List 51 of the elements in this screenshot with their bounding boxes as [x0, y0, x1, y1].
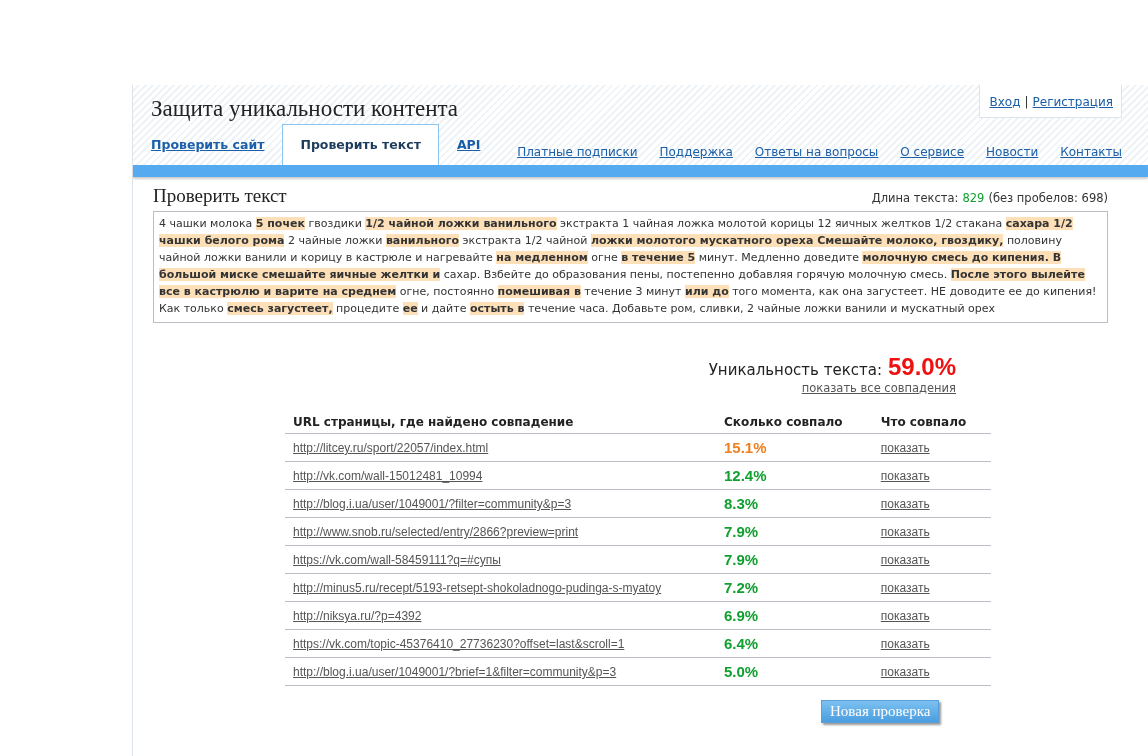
tab[interactable]: Проверить сайт [151, 137, 265, 152]
show-all-matches-link[interactable]: показать все совпадения [801, 381, 956, 395]
nav-link[interactable]: Контакты [1060, 145, 1122, 159]
show-link[interactable]: показать [880, 497, 930, 511]
url-link[interactable]: http://www.snob.ru/selected/entry/2866?preview=print [293, 525, 579, 539]
tab[interactable]: Проверить текст [282, 124, 439, 165]
show-link[interactable]: показать [880, 665, 930, 679]
match-percent: 5.0% [724, 663, 759, 680]
show-link[interactable]: показать [880, 553, 930, 567]
match-percent: 7.2% [724, 579, 759, 596]
nav-link[interactable]: Поддержка [659, 145, 733, 159]
match-percent: 7.9% [724, 551, 759, 568]
register-link[interactable]: Регистрация [1032, 95, 1113, 109]
show-link[interactable]: показать [880, 469, 930, 483]
checked-text: 4 чашки молока 5 почек гвоздики 1/2 чайной ложки ванильного экстракта 1 чайная ложка молотой корицы 12 яичных желтков 1/2 стакана сахара 1/2 чашки белого рома 2 чайные ложки ванильного экстракта 1/2 чайной ложки молотого мускатного ореха Смешайте молоко, гвоздику, половину чайной ложки ванили и корицу в кастрюле и нагревайте на медленном огне в течение 5 минут. Медленно доведите молочную смесь до кипения. В большой миске смешайте яичные желтки и сахар. Взбейте до образования пены, постепенно добавляя горячую молочную смесь. После этого вылейте все в кастрюлю и варите на среднем огне, постоянно помешивая в течение 3 минут или до того момента, как она загустеет. НЕ доводите ее до кипения! Как только смесь загустеет, процедите ее и дайте остыть в течение часа. Добавьте ром, сливки, 2 чайные ложки ванили и мускатный орех [153, 211, 1108, 323]
url-link[interactable]: http://minus5.ru/recept/5193-retsept-shokoladnogo-pudinga-s-myatoy [293, 581, 662, 595]
column-header: Сколько совпало [716, 411, 873, 434]
text-length-value: 829 [962, 191, 985, 205]
match-percent: 6.9% [724, 607, 759, 624]
nav-link[interactable]: О сервисе [900, 145, 965, 159]
url-link[interactable]: http://blog.i.ua/user/1049001/?brief=1&filter=community&p=3 [293, 665, 617, 679]
match-percent: 6.4% [724, 635, 759, 652]
url-link[interactable]: http://niksya.ru/?p=4392 [293, 609, 422, 623]
show-link[interactable]: показать [880, 525, 930, 539]
show-link[interactable]: показать [880, 609, 930, 623]
url-link[interactable]: https://vk.com/wall-58459111?q=#супы [293, 553, 501, 567]
column-header: Что совпало [872, 411, 991, 434]
nav-link[interactable]: Ответы на вопросы [754, 145, 879, 159]
nav-link[interactable]: Новости [986, 145, 1039, 159]
text-length-note: (без пробелов: 698) [988, 191, 1108, 205]
match-percent: 12.4% [724, 467, 767, 484]
url-link[interactable]: http://blog.i.ua/user/1049001/?filter=community&p=3 [293, 497, 572, 511]
match-percent: 15.1% [724, 439, 767, 456]
show-link[interactable]: показать [880, 581, 930, 595]
site-title: Защита уникальности контента [151, 96, 458, 122]
uniqueness-label: Уникальность текста: [708, 361, 882, 379]
tab[interactable]: API [456, 137, 481, 152]
url-link[interactable]: http://litcey.ru/sport/22057/index.html [293, 441, 489, 455]
match-percent: 7.9% [724, 523, 759, 540]
login-link[interactable]: Вход [989, 95, 1021, 109]
url-link[interactable]: http://vk.com/wall-15012481_10994 [293, 469, 483, 483]
show-link[interactable]: показать [880, 637, 930, 651]
url-link[interactable]: https://vk.com/topic-45376410_27736230?offset=last&scroll=1 [293, 637, 625, 651]
section-title: Проверить текст [153, 185, 287, 207]
column-header: URL страницы, где найдено совпадение [285, 411, 716, 434]
nav-link[interactable]: Платные подписки [517, 145, 638, 159]
separator: | [1024, 95, 1029, 109]
show-link[interactable]: показать [880, 441, 930, 455]
match-percent: 8.3% [724, 495, 759, 512]
text-length-label: Длина текста: [871, 191, 959, 205]
uniqueness-value: 59.0% [887, 353, 956, 381]
